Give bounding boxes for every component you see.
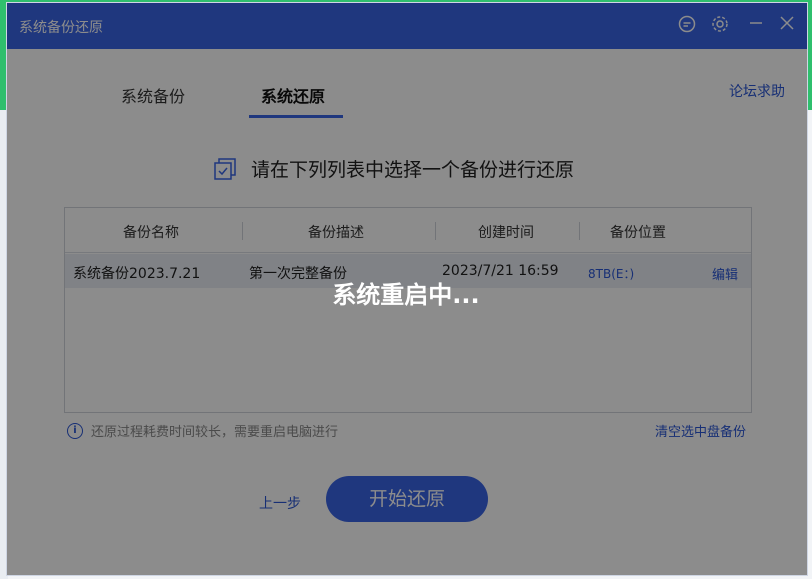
restarting-message: 系统重启中... — [332, 281, 480, 309]
loading-overlay: 系统重启中... — [7, 3, 807, 575]
restore-dialog: 系统备份还原 系统备份 系统还原 论坛求助 请在下列列表中选择一个备份进行还原 — [6, 2, 808, 576]
